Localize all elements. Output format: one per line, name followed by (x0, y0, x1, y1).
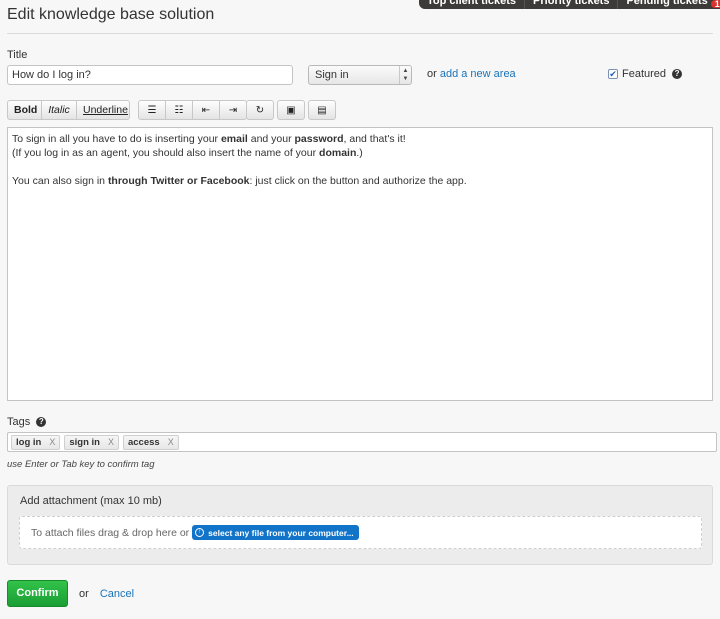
dropzone-text: To attach files drag & drop here or (31, 526, 190, 539)
help-icon[interactable]: ? (672, 69, 683, 80)
editor-bold-text: password (294, 133, 344, 145)
image-icon: ▣ (286, 105, 296, 116)
image-button[interactable]: ▣ (278, 101, 304, 119)
tag-label: log in (16, 436, 42, 448)
tab-pending-tickets[interactable]: Pending tickets 12 (618, 0, 720, 9)
html-icon: ▤ (317, 105, 327, 116)
tags-label: Tags (7, 416, 31, 428)
tags-hint: use Enter or Tab key to confirm tag (7, 459, 155, 470)
tags-input[interactable]: log in X sign in X access X (7, 432, 717, 452)
remove-tag-button[interactable]: X (49, 436, 55, 449)
link-button[interactable]: ↻ (247, 101, 273, 119)
page-title: Edit knowledge base solution (7, 6, 215, 23)
file-dropzone[interactable]: To attach files drag & drop here or ↑ se… (19, 516, 702, 549)
editor-blank-line (12, 160, 708, 174)
upload-icon: ↑ (195, 528, 205, 537)
cancel-link[interactable]: Cancel (100, 588, 134, 600)
select-file-button[interactable]: ↑ select any file from your computer... (192, 525, 359, 540)
title-label: Title (7, 49, 28, 61)
add-area-row: or add a new area (427, 68, 516, 80)
tag-label: sign in (69, 436, 100, 448)
tab-priority-tickets[interactable]: Priority tickets (525, 0, 619, 9)
tab-pending-tickets-label: Pending tickets (626, 0, 708, 7)
title-input[interactable] (7, 65, 293, 85)
editor-text: : just click on the button and authorize… (249, 175, 467, 187)
divider (7, 33, 713, 34)
outdent-icon: ⇤ (201, 105, 211, 116)
tag-chip: sign in X (64, 434, 119, 450)
italic-button[interactable]: Italic (42, 101, 77, 119)
top-nav-bar: Top client tickets Priority tickets Pend… (419, 0, 720, 9)
tab-top-client-tickets[interactable]: Top client tickets (419, 0, 526, 9)
help-icon[interactable]: ? (36, 417, 47, 428)
indent-icon: ⇥ (228, 105, 238, 116)
editor-paragraph: (If you log in as an agent, you should a… (12, 146, 708, 160)
text-format-group: Bold Italic Underline (7, 100, 130, 120)
attachment-title: Add attachment (max 10 mb) (20, 495, 162, 507)
editor-paragraph: To sign in all you have to do is inserti… (12, 132, 708, 146)
tag-label: access (127, 436, 160, 448)
editor-bold-text: email (220, 133, 248, 145)
bold-button[interactable]: Bold (8, 101, 42, 119)
editor-bold-text: domain (319, 147, 357, 159)
attachment-panel: Add attachment (max 10 mb) To attach fil… (7, 485, 713, 565)
list-format-group: ☰ ☷ ⇤ ⇥ (138, 100, 247, 120)
unordered-list-icon: ☰ (147, 105, 157, 116)
editor-text: To sign in all you have to do is inserti… (12, 133, 221, 145)
editor-text: (If you log in as an agent, you should a… (12, 147, 320, 159)
ordered-list-button[interactable]: ☷ (166, 101, 193, 119)
cancel-row: or Cancel (79, 588, 134, 600)
tags-row: Tags ? (7, 416, 47, 428)
editor-text: , and that's it! (343, 133, 406, 145)
link-button-wrap: ↻ (246, 100, 274, 120)
featured-label: Featured (622, 68, 667, 80)
editor-text: and your (247, 133, 295, 145)
ordered-list-icon: ☷ (174, 105, 184, 116)
remove-tag-button[interactable]: X (168, 436, 174, 449)
underline-button[interactable]: Underline (77, 101, 129, 119)
solution-editor[interactable]: To sign in all you have to do is inserti… (7, 127, 713, 401)
html-button-wrap: ▤ (308, 100, 336, 120)
select-arrows-icon: ▲ ▼ (399, 66, 411, 84)
area-select[interactable]: Sign in ▲ ▼ (308, 65, 412, 85)
or-text: or (427, 68, 437, 80)
add-area-link[interactable]: add a new area (440, 68, 516, 80)
remove-tag-button[interactable]: X (108, 436, 114, 449)
image-button-wrap: ▣ (277, 100, 305, 120)
editor-paragraph: You can also sign in through Twitter or … (12, 174, 708, 188)
editor-text: .) (356, 147, 363, 159)
outdent-button[interactable]: ⇤ (193, 101, 220, 119)
featured-checkbox[interactable]: ✔ (608, 69, 618, 79)
unordered-list-button[interactable]: ☰ (139, 101, 166, 119)
html-button[interactable]: ▤ (309, 101, 335, 119)
indent-button[interactable]: ⇥ (220, 101, 246, 119)
or-text: or (79, 588, 89, 600)
area-select-value: Sign in (315, 69, 349, 81)
pending-count-badge: 12 (710, 0, 720, 9)
select-file-label: select any file from your computer... (208, 527, 354, 538)
confirm-button[interactable]: Confirm (7, 580, 68, 607)
featured-row: Featured ? (622, 68, 683, 80)
tag-chip: log in X (11, 434, 61, 450)
link-icon: ↻ (255, 105, 265, 116)
editor-text: You can also sign in (12, 175, 108, 187)
editor-bold-text: through Twitter or Facebook (107, 175, 250, 187)
tag-chip: access X (122, 434, 179, 450)
